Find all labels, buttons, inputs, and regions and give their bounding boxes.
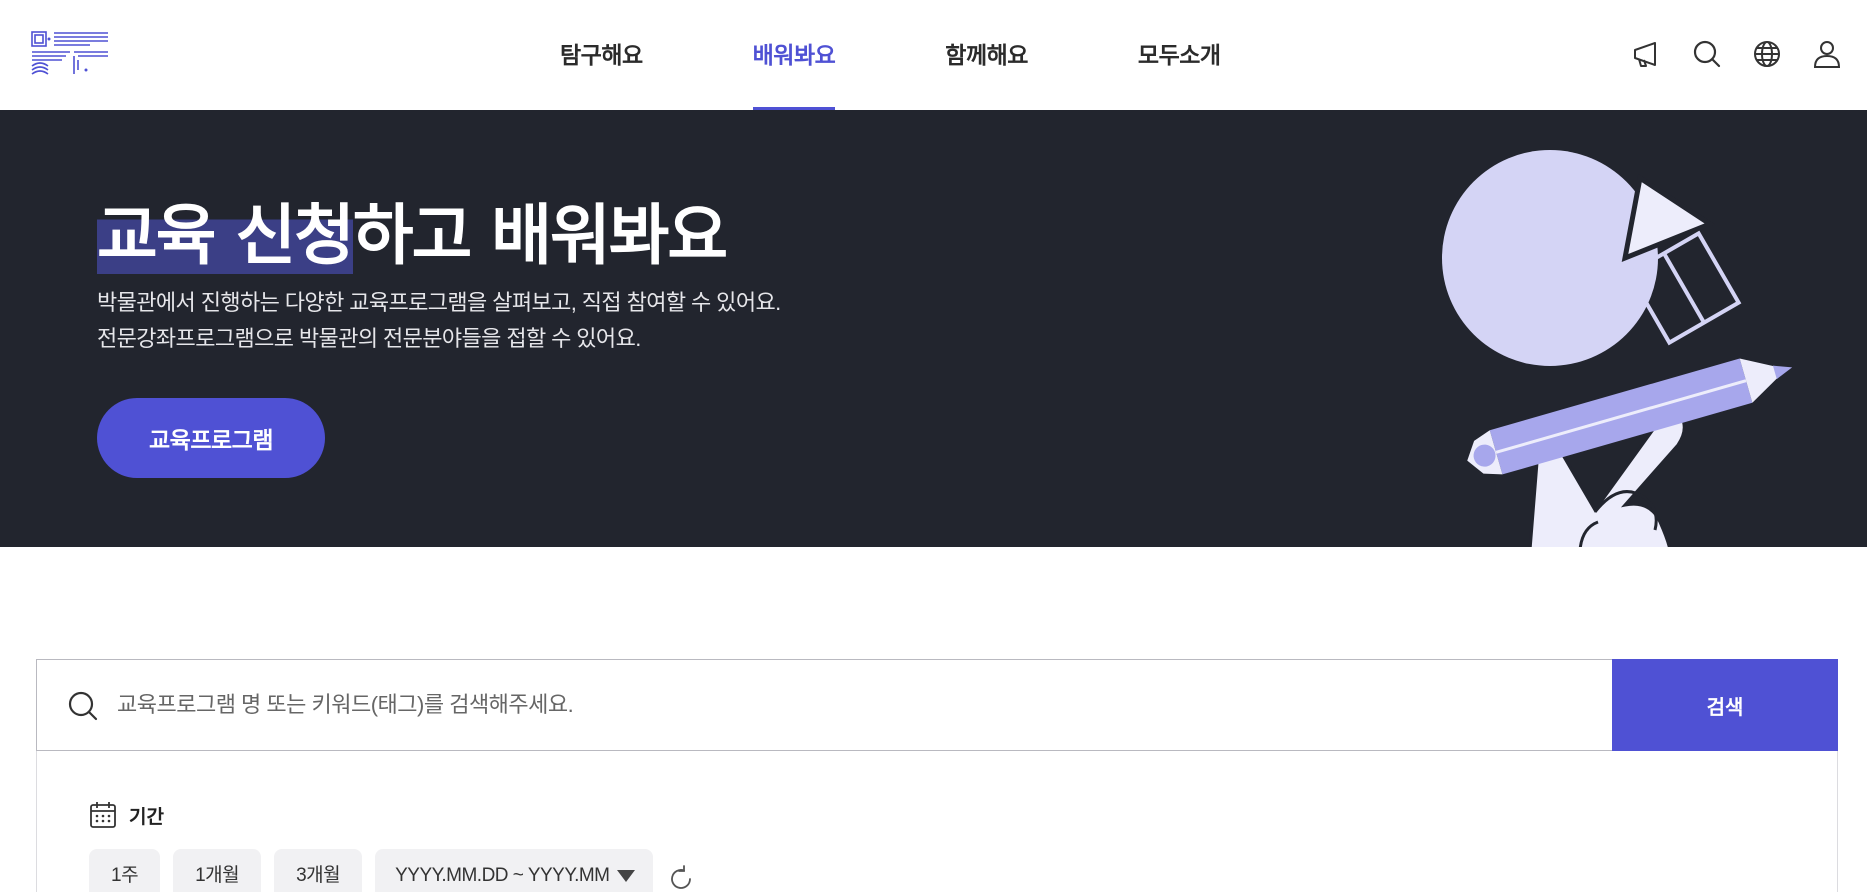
page-title: 교육 신청하고 배워봐요 xyxy=(97,182,728,278)
hero-description: 박물관에서 진행하는 다양한 교육프로그램을 살펴보고, 직접 참여할 수 있어… xyxy=(97,285,781,357)
chip-1-month[interactable]: 1개월 xyxy=(173,849,262,892)
filter-header: 기간 xyxy=(89,801,164,829)
nav-item-together[interactable]: 함께해요 xyxy=(945,0,1028,110)
reset-icon[interactable] xyxy=(667,864,695,892)
globe-icon[interactable] xyxy=(1751,38,1783,70)
search-icon xyxy=(68,691,98,721)
hero-banner: 교육 신청하고 배워봐요 박물관에서 진행하는 다양한 교육프로그램을 살펴보고… xyxy=(0,110,1867,547)
user-icon[interactable] xyxy=(1811,38,1843,70)
search-icon[interactable] xyxy=(1691,38,1723,70)
period-chips: 1주 1개월 3개월 YYYY.MM.DD ~ YYYY.MM.DD xyxy=(89,849,695,892)
search-button[interactable]: 검색 xyxy=(1612,659,1838,751)
date-range-value: YYYY.MM.DD ~ YYYY.MM.DD xyxy=(395,865,611,886)
date-range-select[interactable]: YYYY.MM.DD ~ YYYY.MM.DD xyxy=(375,849,654,892)
search-input[interactable] xyxy=(117,661,1617,749)
megaphone-icon[interactable] xyxy=(1631,38,1663,70)
hero-desc-line-1: 박물관에서 진행하는 다양한 교육프로그램을 살펴보고, 직접 참여할 수 있어… xyxy=(97,290,781,315)
hand-pencil-shapes-illustration xyxy=(1442,150,1793,547)
site-header: 탐구해요 배워봐요 함께해요 모두소개 xyxy=(0,0,1867,110)
period-filter: 기간 1주 1개월 3개월 YYYY.MM.DD ~ YYYY.MM.DD xyxy=(36,751,1838,892)
nav-item-learn[interactable]: 배워봐요 xyxy=(752,0,836,110)
chip-3-months[interactable]: 3개월 xyxy=(274,849,363,892)
calendar-icon xyxy=(90,802,116,828)
chip-1-week[interactable]: 1주 xyxy=(89,849,161,892)
main-nav: 탐구해요 배워봐요 함께해요 모두소개 xyxy=(560,0,1331,110)
nav-item-explore[interactable]: 탐구해요 xyxy=(560,0,643,110)
nav-item-about[interactable]: 모두소개 xyxy=(1138,0,1221,110)
hero-desc-line-2: 전문강좌프로그램으로 박물관의 전문분야들을 접할 수 있어요. xyxy=(97,326,641,351)
title-highlight: 교육 신청 xyxy=(97,196,355,274)
museum-logo-icon[interactable] xyxy=(30,30,110,76)
title-rest: 하고 배워봐요 xyxy=(352,196,728,274)
header-utilities xyxy=(1603,38,1843,70)
search-bar: 검색 xyxy=(36,659,1838,751)
chevron-down-icon xyxy=(617,870,636,882)
filter-label: 기간 xyxy=(129,806,164,828)
education-program-button[interactable]: 교육프로그램 xyxy=(97,398,325,478)
